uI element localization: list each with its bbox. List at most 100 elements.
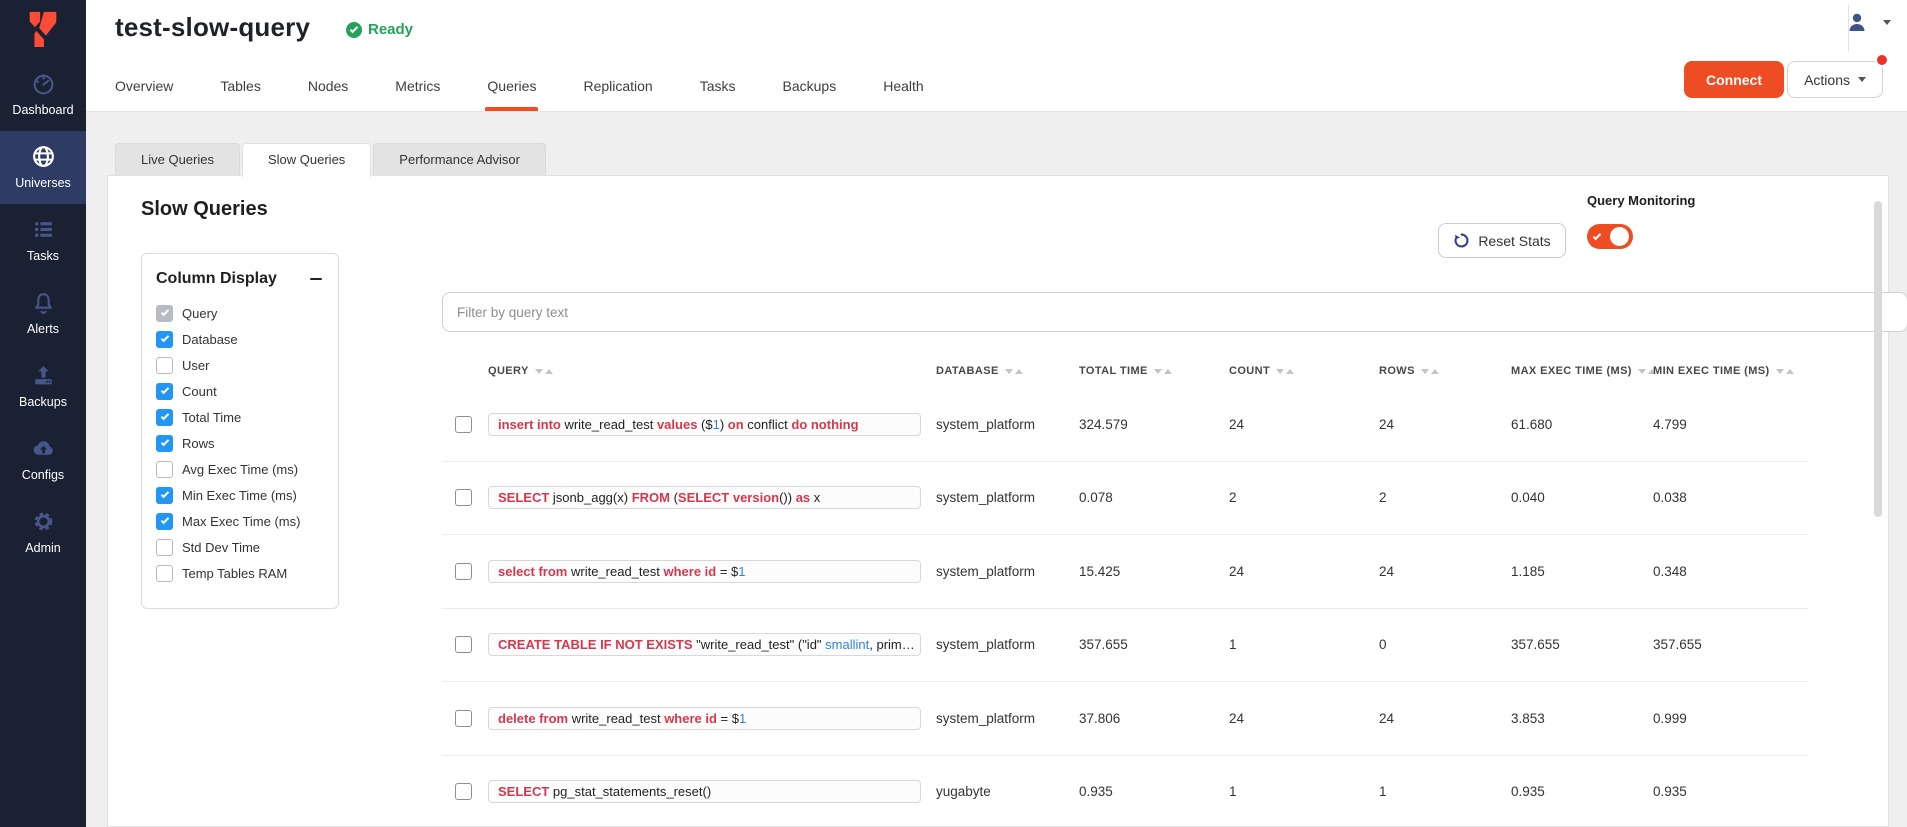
- col-header-total-time[interactable]: TOTAL TIME: [1079, 365, 1229, 377]
- gauge-icon: [31, 71, 56, 96]
- col-header-query[interactable]: QUERY: [488, 365, 936, 377]
- column-option-min-exec-time-ms[interactable]: Min Exec Time (ms): [156, 482, 324, 508]
- subtab-live-queries[interactable]: Live Queries: [115, 143, 240, 175]
- main-area: test-slow-query Ready OverviewTablesNode…: [86, 0, 1907, 827]
- table-body: insert into write_read_test values ($1) …: [442, 388, 1808, 827]
- tab-tasks[interactable]: Tasks: [700, 78, 736, 111]
- check-icon: [1593, 231, 1601, 239]
- database-cell: system_platform: [936, 490, 1079, 505]
- sort-icons: [1276, 369, 1294, 374]
- sql-token: CREATE TABLE IF NOT EXISTS: [498, 637, 693, 652]
- sql-token: 1: [739, 711, 746, 726]
- sidebar-item-alerts[interactable]: Alerts: [0, 277, 86, 350]
- sidebar-item-label: Backups: [19, 395, 67, 409]
- sidebar-item-universes[interactable]: Universes: [0, 131, 86, 204]
- sql-token: version: [733, 490, 779, 505]
- query-text[interactable]: SELECT pg_stat_statements_reset(): [488, 780, 921, 803]
- tab-overview[interactable]: Overview: [115, 78, 173, 111]
- query-text[interactable]: CREATE TABLE IF NOT EXISTS "write_read_t…: [488, 633, 921, 656]
- sidebar-item-label: Alerts: [27, 322, 59, 336]
- column-option-total-time[interactable]: Total Time: [156, 404, 324, 430]
- subtab-slow-queries[interactable]: Slow Queries: [242, 143, 371, 177]
- col-header-count[interactable]: COUNT: [1229, 365, 1379, 377]
- actions-button[interactable]: Actions: [1787, 61, 1883, 98]
- column-option-std-dev-time[interactable]: Std Dev Time: [156, 534, 324, 560]
- sql-token: write_read_test: [567, 564, 663, 579]
- chevron-down-icon: [1858, 77, 1866, 82]
- column-options-list: QueryDatabaseUser Count Total TimeRows Avg …: [156, 300, 324, 586]
- row-checkbox[interactable]: [455, 710, 472, 727]
- row-select-cell: [442, 489, 488, 506]
- collapse-icon[interactable]: [308, 271, 324, 287]
- sql-token: x: [810, 490, 820, 505]
- sql-token: "write_read_test" ("id": [693, 637, 826, 652]
- query-monitoring-label: Query Monitoring: [1587, 193, 1695, 208]
- query-text[interactable]: SELECT jsonb_agg(x) FROM (SELECT version…: [488, 486, 921, 509]
- column-option-count[interactable]: Count: [156, 378, 324, 404]
- tab-replication[interactable]: Replication: [583, 78, 652, 111]
- column-option-avg-exec-time-ms[interactable]: Avg Exec Time (ms): [156, 456, 324, 482]
- query-text[interactable]: delete from write_read_test where id = $…: [488, 707, 921, 730]
- query-monitoring-toggle[interactable]: [1587, 224, 1633, 249]
- col-header-label: TOTAL TIME: [1079, 365, 1148, 377]
- row-checkbox[interactable]: [455, 563, 472, 580]
- query-text[interactable]: select from write_read_test where id = $…: [488, 560, 921, 583]
- column-option-user[interactable]: User: [156, 352, 324, 378]
- sidebar-item-tasks[interactable]: Tasks: [0, 204, 86, 277]
- sort-icons: [1776, 369, 1794, 374]
- row-checkbox[interactable]: [455, 636, 472, 653]
- table-row: select from write_read_test where id = $…: [442, 535, 1808, 609]
- checkbox-unchecked: [156, 565, 173, 582]
- sort-asc-icon: [1786, 369, 1794, 374]
- tab-metrics[interactable]: Metrics: [395, 78, 440, 111]
- row-checkbox[interactable]: [455, 416, 472, 433]
- check-icon: [160, 386, 168, 394]
- sidebar-item-admin[interactable]: Admin: [0, 496, 86, 569]
- sql-token: where id: [664, 711, 717, 726]
- col-header-rows[interactable]: ROWS: [1379, 365, 1511, 377]
- col-header-label: COUNT: [1229, 365, 1270, 377]
- column-option-label: Std Dev Time: [182, 540, 260, 555]
- col-header-max-exec-time-ms[interactable]: MAX EXEC TIME (MS): [1511, 365, 1653, 377]
- row-checkbox[interactable]: [455, 783, 472, 800]
- col-header-min-exec-time-ms[interactable]: MIN EXEC TIME (MS): [1653, 365, 1801, 377]
- tab-queries[interactable]: Queries: [487, 78, 536, 111]
- check-icon: [160, 412, 168, 420]
- sidebar-item-dashboard[interactable]: Dashboard: [0, 58, 86, 131]
- query-cell: SELECT jsonb_agg(x) FROM (SELECT version…: [488, 486, 936, 509]
- sql-token: ($: [697, 417, 712, 432]
- query-filter-input[interactable]: [442, 292, 1907, 332]
- sidebar-item-configs[interactable]: Configs: [0, 423, 86, 496]
- sidebar-nav: DashboardUniverses Tasks Alerts Backups Conf…: [0, 58, 86, 569]
- row-checkbox[interactable]: [455, 489, 472, 506]
- subtab-performance-advisor[interactable]: Performance Advisor: [373, 143, 546, 175]
- total-time-cell: 0.935: [1079, 784, 1229, 799]
- col-header-label: QUERY: [488, 365, 529, 377]
- min-exec-time-cell: 0.999: [1653, 711, 1801, 726]
- tab-tables[interactable]: Tables: [220, 78, 260, 111]
- slow-queries-table: QUERY DATABASETOTAL TIME COUNT ROWSMAX EXEC…: [442, 354, 1808, 827]
- column-option-temp-tables-ram[interactable]: Temp Tables RAM: [156, 560, 324, 586]
- column-option-max-exec-time-ms[interactable]: Max Exec Time (ms): [156, 508, 324, 534]
- sidebar-item-label: Tasks: [27, 249, 59, 263]
- sort-desc-icon: [1005, 369, 1013, 374]
- connect-button[interactable]: Connect: [1684, 61, 1784, 98]
- column-option-label: Avg Exec Time (ms): [182, 462, 298, 477]
- col-header-database[interactable]: DATABASE: [936, 365, 1079, 377]
- yugabyte-logo[interactable]: [0, 0, 86, 58]
- query-text[interactable]: insert into write_read_test values ($1) …: [488, 413, 921, 436]
- column-option-rows[interactable]: Rows: [156, 430, 324, 456]
- user-menu[interactable]: [1845, 10, 1891, 34]
- count-cell: 24: [1229, 711, 1379, 726]
- reset-stats-button[interactable]: Reset Stats: [1438, 223, 1566, 258]
- column-option-label: Count: [182, 384, 217, 399]
- column-option-query[interactable]: Query: [156, 300, 324, 326]
- tab-backups[interactable]: Backups: [783, 78, 837, 111]
- row-select-cell: [442, 710, 488, 727]
- column-option-database[interactable]: Database: [156, 326, 324, 352]
- sidebar-item-backups[interactable]: Backups: [0, 350, 86, 423]
- tab-nodes[interactable]: Nodes: [308, 78, 348, 111]
- tab-health[interactable]: Health: [883, 78, 923, 111]
- panel-scrollbar[interactable]: [1874, 201, 1882, 517]
- sql-token: 1: [713, 417, 720, 432]
